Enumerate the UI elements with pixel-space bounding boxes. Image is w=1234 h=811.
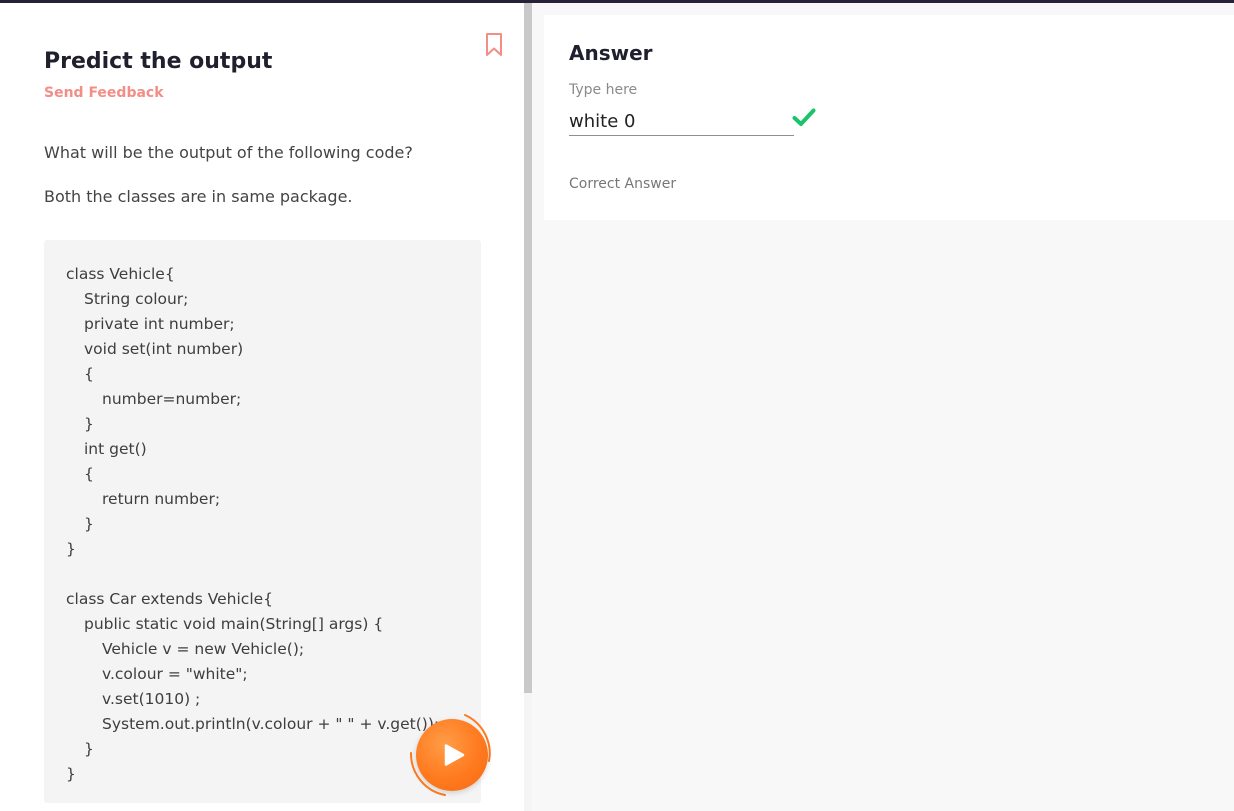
code-line: System.out.println(v.colour + " " + v.ge… bbox=[102, 715, 440, 733]
code-line: class Car extends Vehicle{ bbox=[66, 590, 274, 608]
code-line: } bbox=[84, 515, 94, 533]
code-line: Vehicle v = new Vehicle(); bbox=[102, 640, 305, 658]
bookmark-icon[interactable] bbox=[484, 32, 504, 58]
answer-input[interactable] bbox=[569, 107, 794, 136]
question-prompt: What will be the output of the following… bbox=[44, 143, 413, 162]
code-line: { bbox=[84, 365, 94, 383]
code-line: int get() bbox=[84, 440, 147, 458]
play-icon bbox=[444, 744, 465, 766]
code-line: private int number; bbox=[84, 315, 235, 333]
code-line: v.set(1010) ; bbox=[102, 690, 201, 708]
code-line: class Vehicle{ bbox=[66, 265, 175, 283]
question-panel: Predict the output Send Feedback What wi… bbox=[0, 3, 524, 811]
code-line: } bbox=[84, 740, 94, 758]
code-line: } bbox=[66, 540, 76, 558]
code-line: String colour; bbox=[84, 290, 189, 308]
code-line: } bbox=[84, 415, 94, 433]
code-line: public static void main(String[] args) { bbox=[84, 615, 384, 633]
scrollbar-thumb[interactable] bbox=[524, 3, 532, 693]
send-feedback-link[interactable]: Send Feedback bbox=[44, 85, 164, 101]
code-line: void set(int number) bbox=[84, 340, 244, 358]
code-line: return number; bbox=[102, 490, 221, 508]
answer-card: Answer Type here Correct Answer bbox=[544, 15, 1234, 220]
question-note: Both the classes are in same package. bbox=[44, 187, 353, 206]
run-code-control bbox=[405, 709, 497, 801]
answer-title: Answer bbox=[569, 41, 653, 65]
code-line: number=number; bbox=[102, 390, 242, 408]
answer-field-label: Type here bbox=[569, 82, 638, 98]
check-icon bbox=[792, 108, 816, 126]
question-title: Predict the output bbox=[44, 49, 273, 74]
code-line: } bbox=[66, 765, 76, 783]
code-line: v.colour = "white"; bbox=[102, 665, 248, 683]
play-button[interactable] bbox=[416, 719, 488, 791]
code-line: { bbox=[84, 465, 94, 483]
result-status: Correct Answer bbox=[569, 176, 677, 192]
